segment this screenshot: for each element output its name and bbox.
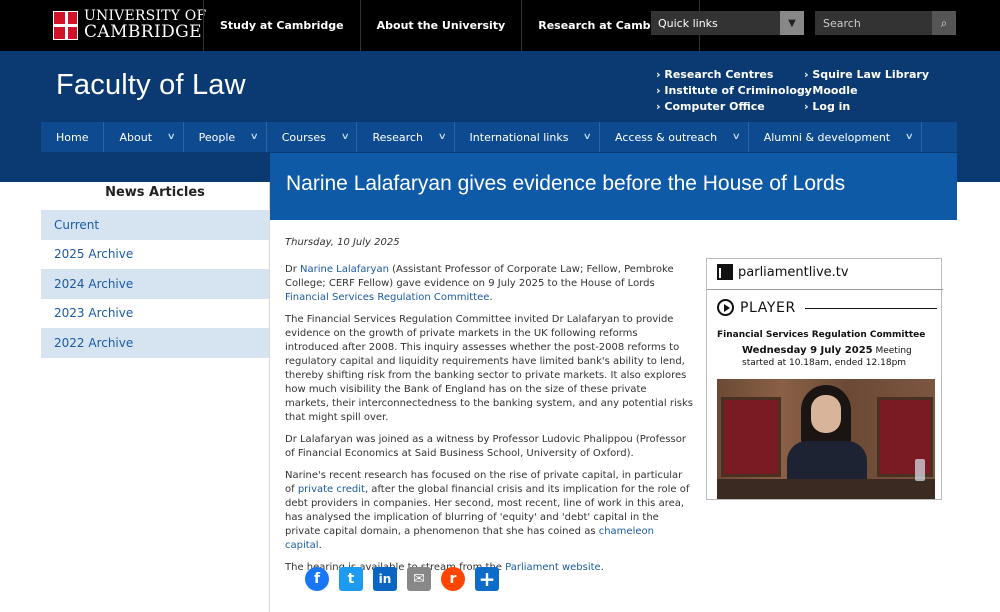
chevron-down-icon: ∨ (904, 132, 915, 142)
chevron-down-icon: ∨ (166, 132, 176, 142)
header-link-login[interactable]: Log in (804, 99, 929, 115)
link-narine[interactable]: Narine Lalafaryan (300, 264, 389, 275)
header-link-computer-office[interactable]: Computer Office (656, 99, 812, 115)
search-icon[interactable]: ⌕ (932, 11, 956, 35)
search-input[interactable]: Search ⌕ (815, 11, 956, 35)
player-heading: PLAYER (717, 299, 796, 316)
university-logo[interactable]: UNIVERSITY OF CAMBRIDGE (53, 9, 206, 41)
nav-international[interactable]: International links ∨ (455, 122, 601, 152)
nav-alumni[interactable]: Alumni & development ∨ (749, 122, 922, 152)
share-icon[interactable]: + (475, 567, 499, 591)
facebook-icon[interactable]: f (305, 567, 329, 591)
chevron-down-icon: ∨ (731, 132, 742, 142)
chevron-down-icon: ∨ (249, 132, 260, 142)
link-committee[interactable]: Financial Services Regulation Committee (285, 292, 489, 303)
sidebar-item-2025[interactable]: 2025 Archive (41, 240, 269, 270)
chevron-down-icon: ∨ (340, 132, 350, 142)
crest-icon (53, 10, 78, 40)
linkedin-icon[interactable]: in (373, 567, 397, 591)
reddit-icon[interactable]: r (441, 567, 465, 591)
quick-links-label: Quick links (658, 16, 718, 30)
widget-committee: Financial Services Regulation Committee (717, 330, 926, 340)
paragraph-4: Narine's recent research has focused on … (285, 470, 690, 551)
quick-links-select[interactable]: Quick links ▼ (651, 11, 804, 35)
header-link-criminology[interactable]: Institute of Criminology (656, 83, 812, 99)
chevron-down-icon: ∨ (583, 132, 593, 142)
logo-line1: UNIVERSITY OF (84, 8, 207, 24)
link-parliament-website[interactable]: Parliament website (505, 562, 601, 573)
sidebar-item-2022[interactable]: 2022 Archive (41, 328, 269, 358)
header-link-research-centres[interactable]: Research Centres (656, 67, 812, 83)
news-sidebar: News Articles Current 2025 Archive 2024 … (41, 182, 270, 612)
paragraph-1: Dr Narine Lalafaryan (Assistant Professo… (285, 264, 674, 303)
header-link-moodle[interactable]: Moodle (804, 83, 929, 99)
header-links-col2: Squire Law Library Moodle Log in (804, 67, 929, 115)
sidebar-item-current[interactable]: Current (41, 210, 269, 240)
chevron-down-icon: ∨ (437, 132, 447, 142)
widget-meeting-info: Wednesday 9 July 2025 Meeting started at… (742, 345, 912, 368)
header-links-col1: Research Centres Institute of Criminolog… (656, 67, 812, 115)
link-private-credit[interactable]: private credit (298, 484, 365, 495)
page-title: Narine Lalafaryan gives evidence before … (270, 153, 957, 220)
parliamentlive-logo: parliamentlive.tv (717, 264, 849, 280)
player-label: PLAYER (740, 299, 796, 316)
faculty-title[interactable]: Faculty of Law (56, 69, 246, 102)
topnav-study[interactable]: Study at Cambridge (203, 0, 360, 51)
video-thumbnail[interactable] (717, 379, 935, 499)
paragraph-3: Dr Lalafaryan was joined as a witness by… (285, 434, 686, 459)
nav-about[interactable]: About ∨ (104, 122, 184, 152)
nav-courses[interactable]: Courses ∨ (267, 122, 358, 152)
logo-line2: CAMBRIDGE (84, 22, 202, 42)
header-link-squire[interactable]: Squire Law Library (804, 67, 929, 83)
top-nav: Study at Cambridge About the University … (203, 0, 700, 51)
top-bar: UNIVERSITY OF CAMBRIDGE Study at Cambrid… (0, 0, 1000, 51)
social-share: f t in ✉ r + (305, 567, 499, 591)
sidebar-item-2023[interactable]: 2023 Archive (41, 299, 269, 329)
sidebar-item-2024[interactable]: 2024 Archive (41, 269, 269, 299)
nav-access[interactable]: Access & outreach ∨ (600, 122, 749, 152)
sidebar-title: News Articles (105, 185, 205, 200)
topnav-about[interactable]: About the University (359, 0, 522, 51)
nav-home[interactable]: Home (41, 122, 105, 152)
search-placeholder: Search (823, 16, 861, 30)
divider (707, 289, 943, 290)
email-icon[interactable]: ✉ (407, 567, 431, 591)
main-nav: Home About ∨ People ∨ Courses ∨ Research ∨ I… (41, 122, 957, 152)
nav-people[interactable]: People ∨ (184, 122, 267, 152)
article-date: Thursday, 10 July 2025 (285, 237, 400, 248)
parliament-player-widget[interactable]: parliamentlive.tv PLAYER Financial Servi… (706, 258, 943, 500)
twitter-icon[interactable]: t (339, 567, 363, 591)
divider (805, 308, 937, 309)
parliamentlive-brand: parliamentlive.tv (738, 264, 849, 280)
portcullis-icon (717, 264, 735, 280)
play-icon[interactable] (717, 299, 734, 316)
paragraph-2: The Financial Services Regulation Commit… (285, 314, 693, 423)
chevron-down-icon: ▼ (780, 11, 804, 35)
nav-research[interactable]: Research ∨ (357, 122, 455, 152)
article-body: Thursday, 10 July 2025 Dr Narine Lalafar… (285, 236, 693, 583)
